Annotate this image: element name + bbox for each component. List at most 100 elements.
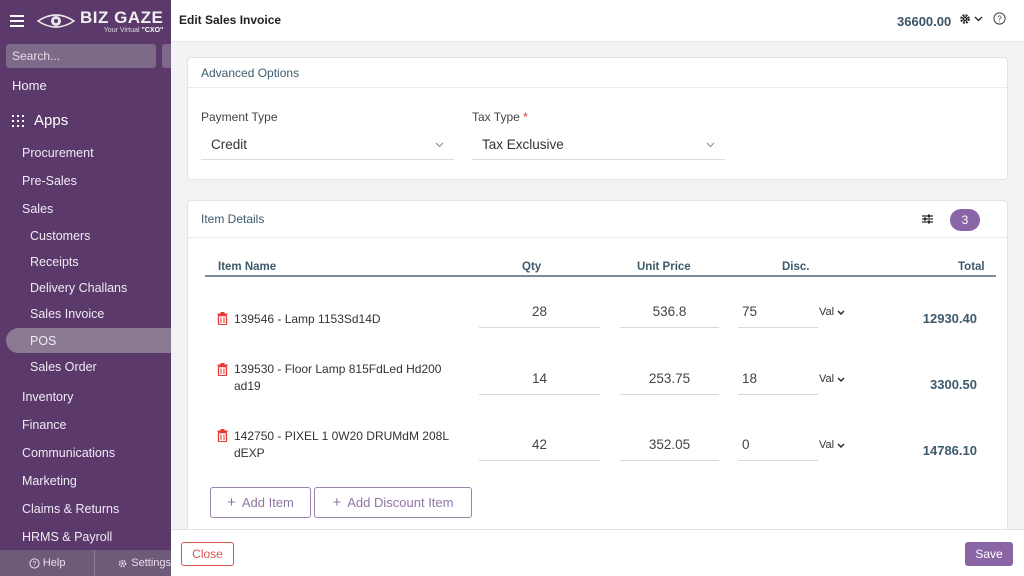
sidebar-item-home[interactable]: Home <box>12 78 47 93</box>
discount-type-value: Val <box>819 439 835 451</box>
chevron-down-icon <box>837 310 845 315</box>
svg-text:?: ? <box>32 561 36 568</box>
unit-price-input[interactable]: 352.05 <box>620 429 719 461</box>
sidebar-item-communications[interactable]: Communications <box>22 446 115 460</box>
logo-eye-icon <box>36 14 76 28</box>
trash-icon[interactable] <box>217 429 228 442</box>
qty-input[interactable]: 28 <box>479 296 600 328</box>
plus-icon: + <box>227 494 236 511</box>
logo[interactable]: BIZ GAZE Your Virtual "CXO" <box>36 9 163 34</box>
sidebar-item-pre-sales[interactable]: Pre-Sales <box>22 174 77 188</box>
settings-label: Settings <box>131 557 171 569</box>
search-filter-button[interactable] <box>162 44 171 68</box>
item-details-card: Item Details 3 Item Name Qty Unit Price … <box>187 200 1008 529</box>
sidebar-search <box>6 44 167 68</box>
payment-type-value: Credit <box>211 137 248 152</box>
item-details-title: Item Details <box>188 201 1007 238</box>
sidebar-item-sales[interactable]: Sales <box>22 202 53 216</box>
logo-tagline: Your Virtual "CXO" <box>103 26 164 34</box>
sidebar-item-sales-invoice[interactable]: Sales Invoice <box>30 307 104 321</box>
top-bar: Edit Sales Invoice 36600.00 ? <box>171 0 1024 42</box>
main-content: Advanced Options Payment Type Credit Tax… <box>171 42 1024 529</box>
qty-input[interactable]: 14 <box>479 363 600 395</box>
tax-type-value: Tax Exclusive <box>482 137 564 152</box>
discount-input[interactable]: 75 <box>738 296 818 328</box>
advanced-options-title: Advanced Options <box>188 58 1007 88</box>
discount-input[interactable]: 18 <box>738 363 818 395</box>
chevron-down-icon <box>837 377 845 382</box>
gear-icon <box>960 14 970 24</box>
discount-type-select[interactable]: Val <box>819 306 845 318</box>
unit-price-input[interactable]: 536.8 <box>620 296 719 328</box>
trash-icon[interactable] <box>217 363 228 376</box>
logo-name: BIZ GAZE <box>80 7 164 27</box>
sidebar-footer: ? Help Settings <box>0 550 171 576</box>
trash-icon[interactable] <box>217 312 228 325</box>
apps-label: Apps <box>34 112 69 129</box>
plus-icon: + <box>332 494 342 511</box>
sidebar-item-procurement[interactable]: Procurement <box>22 146 94 160</box>
sidebar-header: BIZ GAZE Your Virtual "CXO" <box>0 0 171 42</box>
sidebar-item-marketing[interactable]: Marketing <box>22 474 77 488</box>
page-title: Edit Sales Invoice <box>179 13 282 27</box>
sidebar-item-customers[interactable]: Customers <box>30 229 90 243</box>
add-item-button[interactable]: + Add Item <box>210 487 311 518</box>
unit-price-input[interactable]: 253.75 <box>620 363 719 395</box>
invoice-total: 36600.00 <box>897 14 952 29</box>
sidebar-item-delivery-challans[interactable]: Delivery Challans <box>30 281 127 295</box>
search-input[interactable] <box>12 49 167 63</box>
row-total: 3300.50 <box>930 377 977 392</box>
chevron-down-icon <box>837 443 845 448</box>
apps-grid-icon <box>12 114 24 127</box>
svg-text:?: ? <box>997 15 1002 24</box>
item-count-badge: 3 <box>950 209 980 231</box>
tax-type-select[interactable]: Tax Exclusive <box>472 130 725 160</box>
row-total: 14786.10 <box>922 443 977 458</box>
payment-type-select[interactable]: Credit <box>201 130 454 160</box>
qty-input[interactable]: 42 <box>479 429 600 461</box>
payment-type-label: Payment Type <box>201 110 278 124</box>
sidebar-item-hrms-payroll[interactable]: HRMS & Payroll <box>22 530 112 544</box>
column-header-qty: Qty <box>522 261 542 273</box>
chevron-down-icon <box>706 142 715 147</box>
sidebar-item-finance[interactable]: Finance <box>22 418 66 432</box>
add-discount-item-label: Add Discount Item <box>347 495 454 510</box>
settings-dropdown[interactable] <box>959 13 983 25</box>
row-total: 12930.40 <box>922 311 977 326</box>
column-settings-icon[interactable] <box>922 214 933 224</box>
chevron-down-icon <box>974 16 983 22</box>
item-name: 142750 - PIXEL 1 0W20 DRUMdM 208L dEXP <box>234 429 449 460</box>
sidebar-item-receipts[interactable]: Receipts <box>30 255 79 269</box>
gear-icon <box>118 559 127 567</box>
tax-type-label: Tax Type * <box>472 110 528 124</box>
discount-type-select[interactable]: Val <box>819 439 845 451</box>
help-icon[interactable]: ? <box>993 12 1006 25</box>
settings-button[interactable]: Settings <box>95 550 171 576</box>
item-name: 139546 - Lamp 1153Sd14D <box>234 312 381 326</box>
discount-type-value: Val <box>819 373 835 385</box>
save-button[interactable]: Save <box>965 542 1013 566</box>
help-label: Help <box>42 557 66 569</box>
close-button[interactable]: Close <box>181 542 234 566</box>
discount-input[interactable]: 0 <box>738 429 818 461</box>
sidebar-item-sales-order[interactable]: Sales Order <box>30 360 97 374</box>
sidebar: BIZ GAZE Your Virtual "CXO" Home Apps Pr… <box>0 0 176 576</box>
discount-type-select[interactable]: Val <box>819 373 845 385</box>
table-header-divider <box>205 275 996 277</box>
add-discount-item-button[interactable]: + Add Discount Item <box>314 487 472 518</box>
sidebar-item-claims-returns[interactable]: Claims & Returns <box>22 502 119 516</box>
help-button[interactable]: ? Help <box>0 550 96 576</box>
help-circle-icon: ? <box>29 557 40 569</box>
sidebar-apps-header[interactable]: Apps <box>12 112 68 129</box>
sidebar-item-pos[interactable]: POS <box>30 334 56 348</box>
column-header-total: Total <box>958 261 985 273</box>
chevron-down-icon <box>435 142 444 147</box>
advanced-options-card: Advanced Options Payment Type Credit Tax… <box>187 57 1008 180</box>
column-header-disc: Disc. <box>782 261 810 273</box>
item-name: 139530 - Floor Lamp 815FdLed Hd200 ad19 <box>234 362 442 393</box>
sidebar-item-inventory[interactable]: Inventory <box>22 390 73 404</box>
menu-icon[interactable] <box>10 15 24 27</box>
add-item-label: Add Item <box>241 495 294 510</box>
column-header-item-name: Item Name <box>218 261 277 273</box>
discount-type-value: Val <box>819 306 835 318</box>
